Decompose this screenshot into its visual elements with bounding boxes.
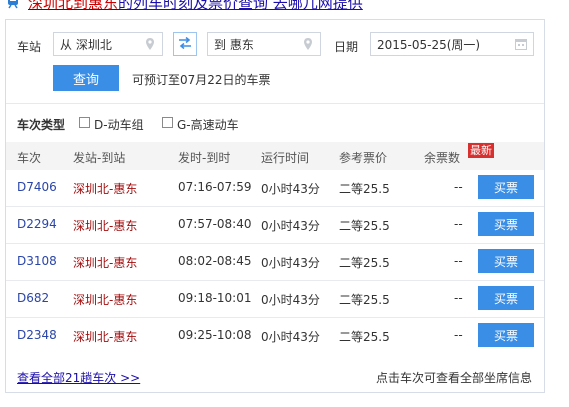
swap-arrows-icon: [178, 36, 192, 52]
route: 深圳北-惠东: [73, 330, 138, 344]
table-row: D682 深圳北-惠东 09:18-10:01 0小时43分 二等25.5 --…: [6, 281, 544, 318]
date-value: 2015-05-25(周一): [377, 37, 481, 52]
date-input[interactable]: 2015-05-25(周一): [370, 32, 534, 56]
remaining: --: [454, 254, 463, 268]
depart-arrive-time: 09:18-10:01: [178, 291, 252, 305]
route: 深圳北-惠东: [73, 182, 138, 196]
train-number[interactable]: D2294: [17, 217, 57, 231]
col-train: 车次: [17, 151, 42, 165]
depart-arrive-time: 07:57-08:40: [178, 217, 252, 231]
title-middle: 的列车时刻及票价查询: [118, 0, 269, 12]
buy-ticket-button[interactable]: 买票: [478, 286, 534, 310]
table-row: D2348 深圳北-惠东 09:25-10:08 0小时43分 二等25.5 -…: [6, 318, 544, 354]
route: 深圳北-惠东: [73, 219, 138, 233]
price: 二等25.5: [339, 330, 390, 344]
buy-ticket-button[interactable]: 买票: [478, 212, 534, 236]
price: 二等25.5: [339, 182, 390, 196]
train-number[interactable]: D3108: [17, 254, 57, 268]
date-label: 日期: [334, 40, 359, 54]
from-station-input[interactable]: 从 深圳北: [53, 32, 163, 56]
location-pin-icon: [301, 37, 315, 51]
result-title-link[interactable]: 深圳北到惠东的列车时刻及票价查询 去哪儿网提供: [28, 0, 363, 13]
duration: 0小时43分: [261, 330, 320, 344]
train-icon: [6, 0, 20, 9]
table-row: D3108 深圳北-惠东 08:02-08:45 0小时43分 二等25.5 -…: [6, 244, 544, 281]
checkbox-g-train-label[interactable]: G-高速动车: [177, 116, 239, 133]
duration: 0小时43分: [261, 256, 320, 270]
train-number[interactable]: D7406: [17, 180, 57, 194]
price: 二等25.5: [339, 219, 390, 233]
col-remaining: 余票数: [424, 151, 461, 165]
seat-info-hint: 点击车次可查看全部坐席信息: [375, 371, 532, 385]
remaining: --: [454, 180, 463, 194]
divider: [6, 103, 544, 104]
depart-arrive-time: 09:25-10:08: [178, 328, 252, 342]
swap-stations-button[interactable]: [173, 32, 197, 56]
price: 二等25.5: [339, 293, 390, 307]
new-badge: 最新: [468, 143, 494, 158]
result-title: 深圳北到惠东的列车时刻及票价查询 去哪儿网提供: [0, 0, 363, 13]
calendar-icon: [514, 37, 528, 51]
remaining: --: [454, 291, 463, 305]
duration: 0小时43分: [261, 219, 320, 233]
duration: 0小时43分: [261, 293, 320, 307]
duration: 0小时43分: [261, 182, 320, 196]
table-row: D7406 深圳北-惠东 07:16-07:59 0小时43分 二等25.5 -…: [6, 170, 544, 207]
buy-ticket-button[interactable]: 买票: [478, 323, 534, 347]
depart-arrive-time: 08:02-08:45: [178, 254, 252, 268]
train-type-label: 车次类型: [17, 118, 66, 132]
price: 二等25.5: [339, 256, 390, 270]
col-route: 发站-到站: [73, 151, 126, 165]
title-highlight: 深圳北到惠东: [28, 0, 119, 12]
checkbox-d-train-label[interactable]: D-动车组: [94, 116, 144, 133]
train-number[interactable]: D2348: [17, 328, 57, 342]
to-station-input[interactable]: 到 惠东: [207, 32, 321, 56]
to-station-value: 到 惠东: [214, 37, 254, 52]
from-station-value: 从 深圳北: [60, 37, 112, 52]
buy-ticket-button[interactable]: 买票: [478, 249, 534, 273]
checkbox-d-train[interactable]: [79, 117, 90, 128]
query-button[interactable]: 查询: [53, 65, 119, 91]
buy-ticket-button[interactable]: 买票: [478, 175, 534, 199]
col-time: 发时-到时: [178, 151, 231, 165]
location-pin-icon: [143, 37, 157, 51]
remaining: --: [454, 328, 463, 342]
depart-arrive-time: 07:16-07:59: [178, 180, 252, 194]
checkbox-g-train[interactable]: [162, 117, 173, 128]
route: 深圳北-惠东: [73, 256, 138, 270]
table-row: D2294 深圳北-惠东 07:57-08:40 0小时43分 二等25.5 -…: [6, 207, 544, 244]
title-suffix: 去哪儿网提供: [268, 0, 363, 12]
train-search-card: 车站 从 深圳北 到 惠东 日期 2015-05-25(周一) 查询 可预订至0…: [5, 19, 545, 393]
col-duration: 运行时间: [261, 151, 310, 165]
view-all-trains-link[interactable]: 查看全部21趟车次 >>: [17, 369, 140, 386]
train-number[interactable]: D682: [17, 291, 49, 305]
table-header: 车次 发站-到站 发时-到时 运行时间 参考票价 余票数 最新: [6, 142, 544, 170]
remaining: --: [454, 217, 463, 231]
route: 深圳北-惠东: [73, 293, 138, 307]
booking-window-note: 可预订至07月22日的车票: [132, 73, 271, 87]
station-label: 车站: [17, 40, 42, 54]
col-price: 参考票价: [339, 151, 388, 165]
